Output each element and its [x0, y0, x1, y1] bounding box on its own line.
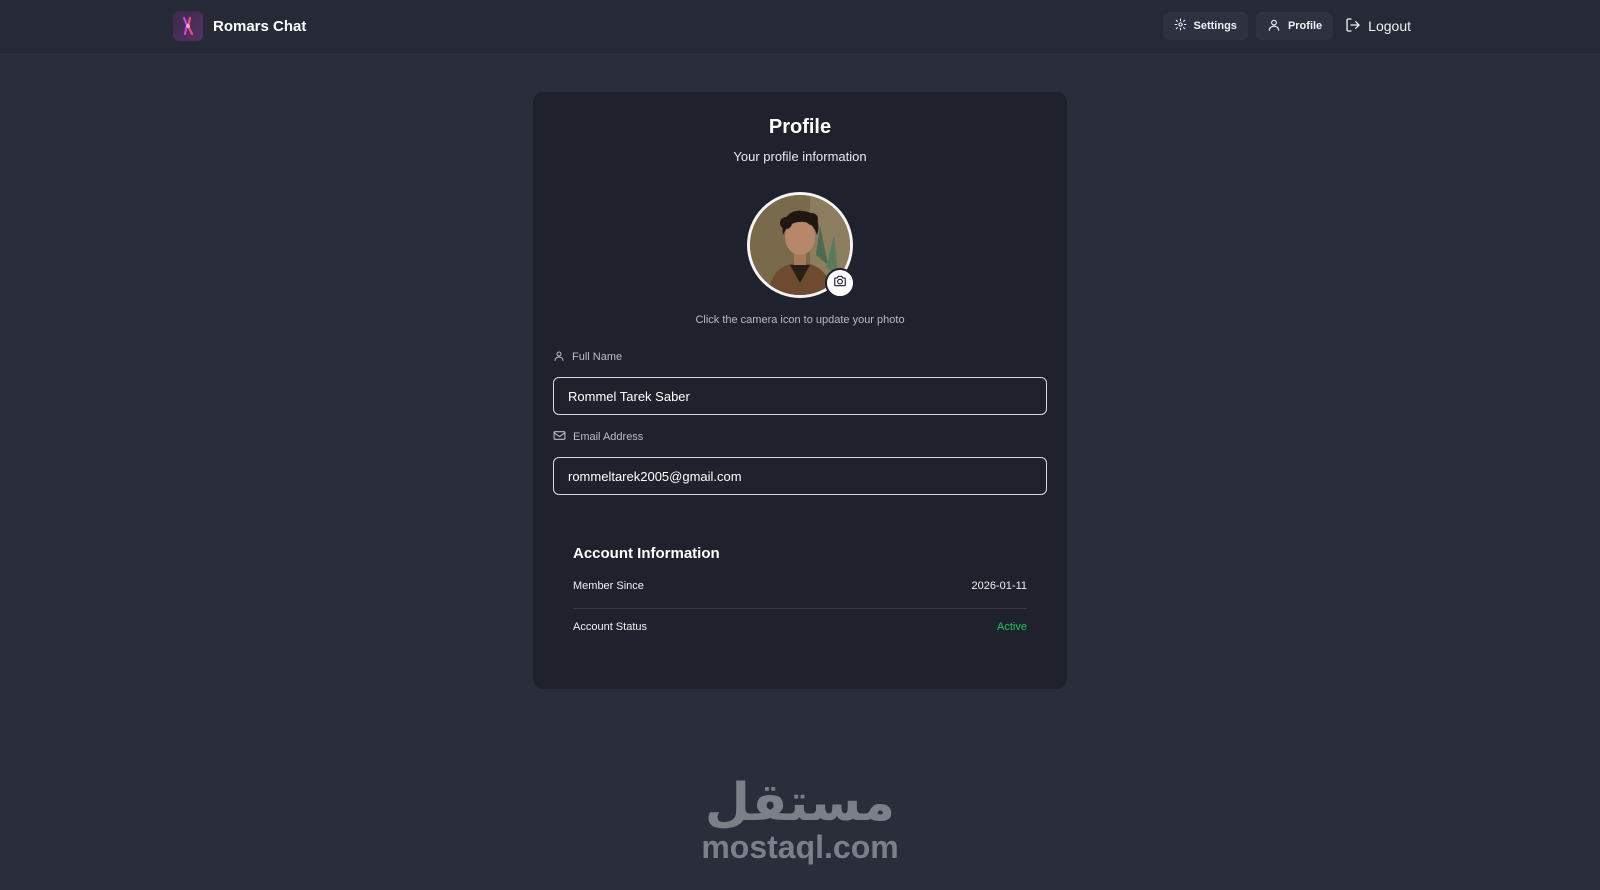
member-since-label: Member Since — [573, 580, 644, 592]
account-status-label: Account Status — [573, 621, 647, 633]
full-name-field[interactable] — [553, 377, 1047, 415]
nav-actions: Settings Profile Logout — [1162, 12, 1415, 40]
avatar-container — [747, 192, 855, 298]
settings-button[interactable]: Settings — [1162, 12, 1248, 40]
top-navbar: Romars Chat Settings Profile Logout — [0, 0, 1600, 53]
account-info-title: Account Information — [573, 545, 720, 562]
page-title: Profile — [768, 116, 832, 138]
watermark-latin: mostaql.com — [701, 829, 899, 865]
profile-card: Profile Your profile information Click t… — [533, 92, 1067, 689]
brand[interactable]: Romars Chat — [173, 11, 306, 41]
photo-hint: Click the camera icon to update your pho… — [695, 314, 905, 326]
divider — [573, 608, 1027, 609]
member-since-value: 2026-01-11 — [971, 580, 1027, 592]
profile-label: Profile — [1287, 20, 1323, 32]
full-name-label-text: Full Name — [572, 351, 623, 363]
logout-label: Logout — [1368, 18, 1411, 34]
email-field[interactable] — [553, 457, 1047, 495]
profile-button[interactable]: Profile — [1255, 12, 1334, 40]
settings-label: Settings — [1193, 20, 1237, 32]
logout-icon — [1345, 17, 1361, 36]
watermark-logo: مستقل mostaql.com — [700, 775, 900, 875]
mail-icon — [553, 429, 566, 445]
watermark-arabic: مستقل — [704, 774, 896, 832]
member-since-row: Member Since 2026-01-11 — [573, 576, 1027, 596]
full-name-label: Full Name — [553, 350, 622, 364]
user-icon — [1267, 18, 1281, 35]
gear-icon — [1174, 18, 1187, 34]
change-photo-button[interactable] — [825, 268, 855, 298]
page-subtitle: Your profile information — [733, 149, 867, 164]
user-icon — [553, 350, 565, 365]
email-label-text: Email Address — [573, 431, 644, 443]
app-logo-icon — [173, 11, 203, 41]
status-badge: Active — [997, 621, 1027, 633]
logout-button[interactable]: Logout — [1341, 12, 1415, 40]
account-status-row: Account Status Active — [573, 617, 1027, 637]
camera-icon — [833, 274, 847, 293]
email-label: Email Address — [553, 430, 643, 444]
app-name: Romars Chat — [213, 17, 307, 35]
